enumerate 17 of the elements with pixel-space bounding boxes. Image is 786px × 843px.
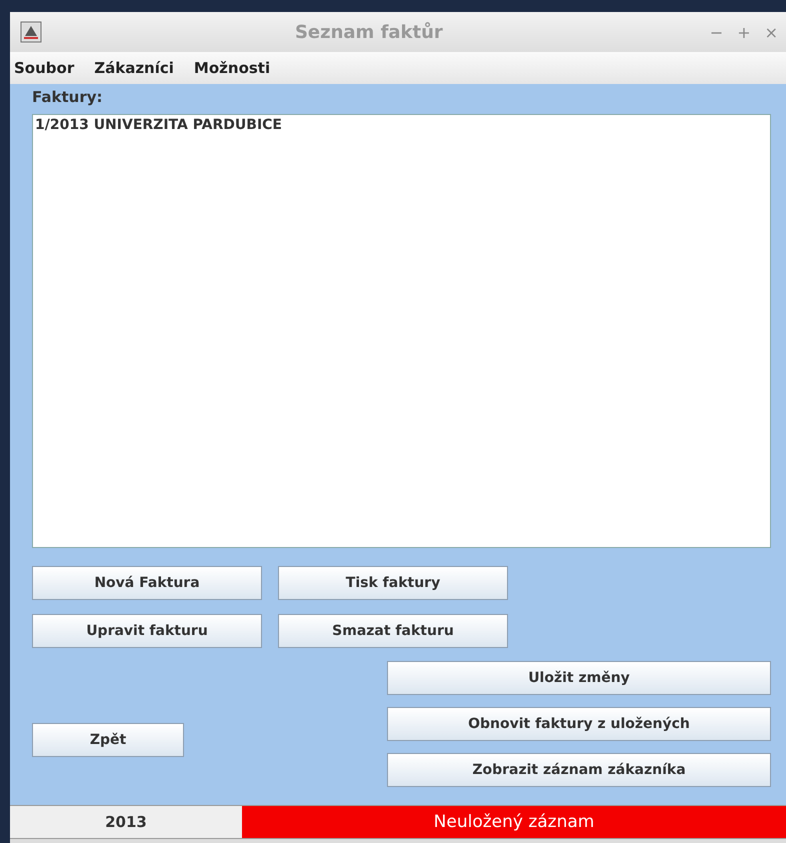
menu-item[interactable]: Soubor [14,59,74,77]
status-message: Neuložený záznam [242,806,786,838]
action-button[interactable]: Tisk faktury [278,566,508,600]
action-button[interactable]: Obnovit faktury z uložených [387,707,771,741]
action-button[interactable]: Upravit fakturu [32,614,262,648]
list-label: Faktury: [32,88,104,108]
menu-item[interactable]: Zákazníci [94,59,174,77]
app-icon [20,21,42,43]
invoice-item[interactable]: 1/2013 UNIVERZITA PARDUBICE [35,117,768,133]
menu-item[interactable]: Možnosti [194,59,270,77]
year-field: 2013 [10,806,242,838]
action-button[interactable]: Zobrazit záznam zákazníka [387,753,771,787]
back-button[interactable]: Zpět [32,723,184,757]
window-title: Seznam faktůr [294,22,444,42]
action-button[interactable]: Uložit změny [387,661,771,695]
action-button[interactable]: Nová Faktura [32,566,262,600]
action-button[interactable]: Smazat fakturu [278,614,508,648]
